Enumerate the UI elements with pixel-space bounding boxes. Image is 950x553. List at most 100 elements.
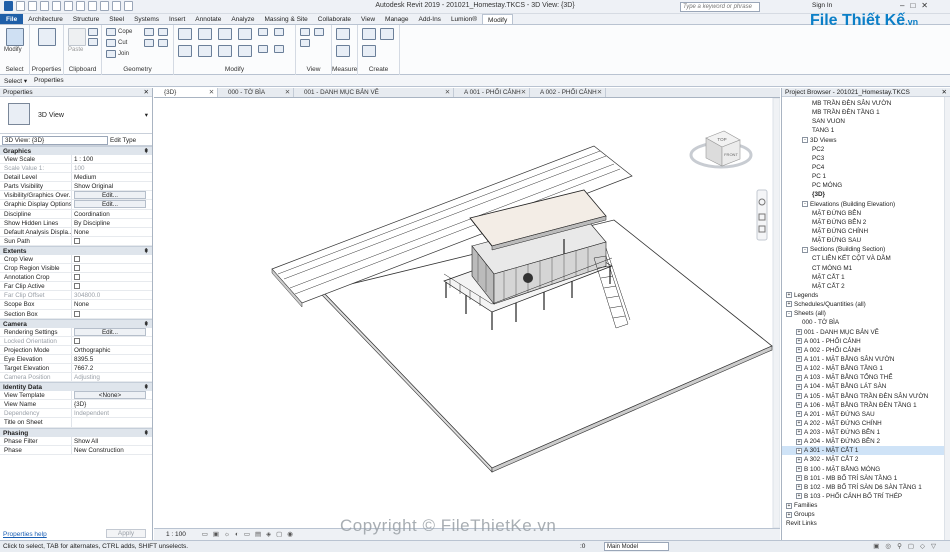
tab-analyze[interactable]: Analyze (226, 14, 259, 24)
edit-type-button[interactable]: Edit Type (110, 137, 136, 144)
cut-icon[interactable] (88, 38, 98, 46)
property-checkbox[interactable] (72, 273, 152, 281)
trim-icon[interactable] (238, 45, 252, 57)
property-value[interactable]: By Discipline (72, 219, 152, 227)
property-value[interactable]: {3D} (72, 400, 152, 408)
expand-icon[interactable]: + (796, 475, 802, 482)
tab-add-ins[interactable]: Add-Ins (414, 14, 446, 24)
group-label-select[interactable]: Select (0, 66, 29, 73)
property-value[interactable]: Medium (72, 173, 152, 181)
collapse-icon[interactable]: ⇞ (144, 247, 149, 256)
expand-icon[interactable]: + (796, 411, 802, 418)
property-checkbox[interactable] (72, 310, 152, 318)
tab-manage[interactable]: Manage (380, 14, 414, 24)
browser-item[interactable]: - Sections (Building Section) (782, 245, 950, 254)
canvas-scrollbar[interactable] (772, 97, 781, 529)
cope-label[interactable]: Cope (118, 29, 132, 35)
browser-item[interactable]: +001 - DANH MỤC BẢN VẼ (782, 328, 950, 337)
close-tab-icon[interactable]: ✕ (209, 88, 214, 97)
property-row[interactable]: Detail Level Medium (0, 173, 152, 183)
property-row[interactable]: Dependency Independent (0, 409, 152, 419)
edit-button[interactable]: Edit... (74, 327, 146, 336)
expand-icon[interactable]: + (796, 493, 802, 500)
expand-icon[interactable]: + (796, 456, 802, 463)
prop-group-graphics[interactable]: Graphics ⇞ (0, 146, 152, 155)
checkbox[interactable] (74, 283, 80, 290)
apply-button[interactable]: Apply (106, 529, 146, 538)
tab-annotate[interactable]: Annotate (190, 14, 226, 24)
browser-item[interactable]: PC4 (782, 163, 950, 172)
property-row[interactable]: Scope Box None (0, 300, 152, 310)
collapse-icon[interactable]: ⇞ (144, 383, 149, 392)
property-row[interactable]: Title on Sheet (0, 418, 152, 428)
property-row[interactable]: Phase New Construction (0, 445, 152, 455)
property-edit-button[interactable]: <None> (72, 391, 152, 400)
paint-icon[interactable] (144, 39, 154, 47)
browser-item[interactable]: MẶT ĐỨNG SAU (782, 236, 950, 245)
type-selector[interactable]: 3D View ▾ (0, 97, 152, 134)
property-row[interactable]: Locked Orientation (0, 336, 152, 346)
browser-item[interactable]: -3D Views (782, 136, 950, 145)
property-row[interactable]: Far Clip Offset 304800.0 (0, 291, 152, 301)
property-edit-button[interactable]: Edit... (72, 327, 152, 336)
viewcube[interactable]: TOP FRONT (689, 130, 753, 169)
minimize-icon[interactable]: – (900, 1, 904, 10)
browser-item[interactable]: PC MÓNG (782, 181, 950, 190)
model-3d-view[interactable]: TOP FRONT (154, 97, 781, 529)
scale-icon[interactable] (258, 45, 268, 53)
expand-icon[interactable]: + (796, 337, 802, 344)
expand-icon[interactable]: + (786, 502, 792, 509)
checkbox[interactable] (74, 255, 80, 262)
drawing-canvas[interactable]: TOP FRONT (154, 97, 781, 529)
browser-item[interactable]: + A 103 - MẶT BẰNG TỔNG THỂ (782, 373, 950, 382)
checkbox[interactable] (74, 237, 80, 244)
close-palette-icon[interactable]: ✕ (144, 88, 149, 97)
view-tab[interactable]: 000 - TỜ BÌA ✕ (218, 88, 294, 97)
property-row[interactable]: Rendering Settings Edit... (0, 327, 152, 337)
edit-button[interactable]: Edit... (74, 191, 146, 200)
property-edit-button[interactable]: Edit... (72, 200, 152, 209)
prop-group-extents[interactable]: Extents ⇞ (0, 245, 152, 256)
property-value[interactable]: None (72, 228, 152, 236)
collapse-icon[interactable]: ⇞ (144, 147, 149, 156)
property-row[interactable]: Camera Position Adjusting (0, 373, 152, 383)
property-value[interactable]: Independent (72, 409, 152, 417)
prop-group-phasing[interactable]: Phasing ⇞ (0, 427, 152, 437)
expand-icon[interactable]: + (796, 465, 802, 472)
tab-systems[interactable]: Systems (129, 14, 164, 24)
collapse-icon[interactable]: ⇞ (144, 320, 149, 329)
collapse-icon[interactable]: - (802, 246, 808, 253)
tab-structure[interactable]: Structure (68, 14, 104, 24)
copy-icon[interactable] (88, 28, 98, 36)
tab-collaborate[interactable]: Collaborate (313, 14, 356, 24)
browser-item[interactable]: MẶT ĐỨNG BÊN 2 (782, 218, 950, 227)
checkbox[interactable] (74, 265, 80, 272)
property-row[interactable]: Default Analysis Displa... None (0, 227, 152, 237)
select-dropdown[interactable]: Select ▾ (4, 77, 27, 85)
sign-in-link[interactable]: Sign In (812, 2, 832, 9)
edit-button[interactable]: <None> (74, 391, 146, 400)
mirror-axis-icon[interactable] (218, 28, 232, 40)
array-icon[interactable] (274, 28, 284, 36)
browser-item[interactable]: {3D} (782, 190, 950, 199)
expand-icon[interactable]: + (796, 347, 802, 354)
property-value[interactable]: 1 : 100 (72, 155, 152, 163)
view-tab[interactable]: A 002 - PHỐI CẢNH ✕ (530, 88, 606, 97)
property-checkbox[interactable] (72, 255, 152, 263)
checkbox[interactable] (74, 310, 80, 317)
modify-button-label[interactable]: Modify (4, 47, 22, 53)
close-icon[interactable]: ✕ (921, 1, 928, 10)
browser-item[interactable]: + B 101 - MB BỐ TRÍ SÀN TẦNG 1 (782, 474, 950, 483)
property-row[interactable]: Phase Filter Show All (0, 436, 152, 446)
wall-joins-icon[interactable] (144, 28, 154, 36)
property-row[interactable]: Show Hidden Lines By Discipline (0, 218, 152, 228)
browser-item[interactable]: + A 002 - PHỐI CẢNH (782, 346, 950, 355)
property-row[interactable]: Crop Region Visible (0, 264, 152, 274)
browser-item[interactable]: + A 101 - MẶT BẰNG SÂN VƯỜN (782, 355, 950, 364)
property-value[interactable]: 8395.5 (72, 355, 152, 363)
properties-icon[interactable] (38, 28, 56, 46)
browser-item[interactable]: + A 302 - MẶT CẮT 2 (782, 455, 950, 464)
property-checkbox[interactable] (72, 264, 152, 272)
properties-option[interactable]: Properties (34, 77, 64, 84)
chevron-down-icon[interactable]: ▾ (145, 111, 148, 119)
